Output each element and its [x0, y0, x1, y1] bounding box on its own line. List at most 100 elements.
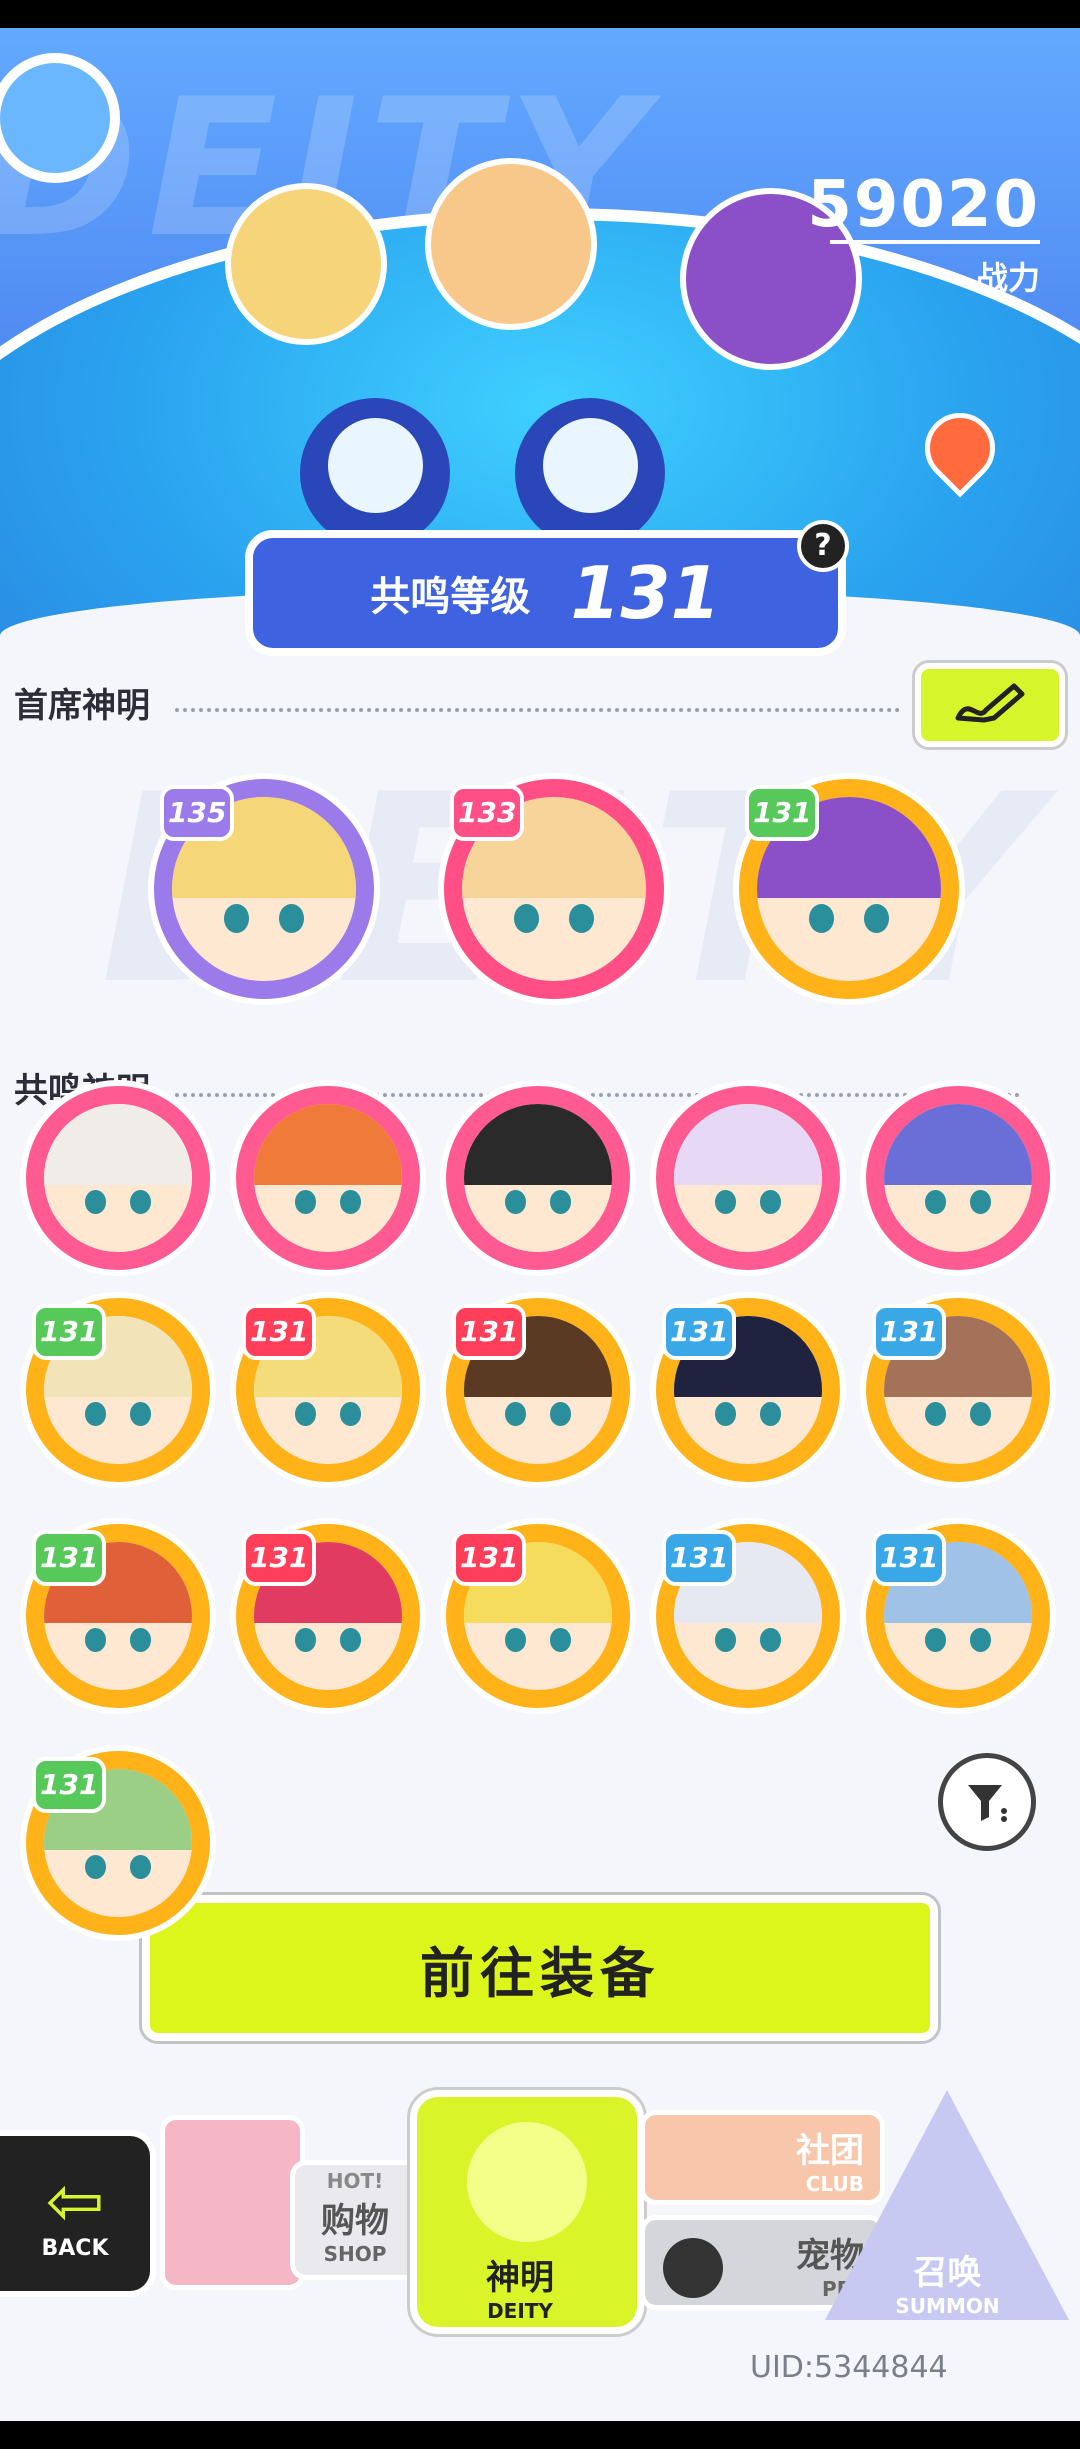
deity-eye: [295, 1627, 317, 1652]
deity-avatar[interactable]: 131: [860, 1292, 1056, 1488]
deity-portrait: [884, 1104, 1032, 1252]
back-button[interactable]: ⇦ BACK: [0, 2130, 156, 2297]
deity-avatar[interactable]: 131: [20, 1745, 216, 1941]
deity-eye: [513, 903, 540, 934]
deity-eye: [85, 1401, 107, 1426]
deity-eye: [925, 1627, 947, 1652]
deity-avatar[interactable]: [650, 1080, 846, 1276]
deity-level-badge: 131: [32, 1530, 107, 1586]
deity-eye: [129, 1854, 151, 1879]
deity-eye: [549, 1627, 571, 1652]
summon-label-cn: 召唤: [913, 2253, 982, 2293]
deity-eye: [129, 1401, 151, 1426]
deity-eye: [969, 1627, 991, 1652]
vending-machine-icon: [160, 2115, 305, 2290]
deity-avatar[interactable]: 131: [440, 1292, 636, 1488]
deity-avatar[interactable]: 131: [20, 1292, 216, 1488]
deity-hair: [674, 1104, 822, 1186]
deity-eye: [925, 1189, 947, 1214]
deity-avatar[interactable]: 131: [650, 1292, 846, 1488]
deity-eye: [759, 1189, 781, 1214]
back-label: BACK: [41, 2236, 109, 2261]
go-equip-button[interactable]: 前往装备: [142, 1895, 938, 2041]
nav-deity[interactable]: 神明 DEITY: [410, 2090, 644, 2334]
deity-nav-label-cn: 神明: [486, 2258, 554, 2298]
shop-label-en: SHOP: [323, 2242, 387, 2266]
edit-button[interactable]: [915, 663, 1065, 747]
deity-eye: [759, 1627, 781, 1652]
chibi-character-1[interactable]: [225, 183, 387, 345]
deity-avatar[interactable]: 131: [20, 1518, 216, 1714]
deity-eye: [715, 1189, 737, 1214]
deity-eye: [759, 1401, 781, 1426]
mascot-eye-right: [515, 398, 665, 548]
power-divider: [830, 240, 1040, 244]
deity-eye: [339, 1189, 361, 1214]
deity-portrait: [464, 1104, 612, 1252]
deity-avatar[interactable]: 131: [440, 1518, 636, 1714]
deity-level-badge: 131: [242, 1304, 317, 1360]
status-bar: [0, 0, 1080, 28]
nav-summon[interactable]: 召唤 SUMMON: [825, 2090, 1070, 2330]
deity-eye: [715, 1627, 737, 1652]
deity-level-badge: 131: [242, 1530, 317, 1586]
deity-eye: [85, 1189, 107, 1214]
deity-eye: [715, 1401, 737, 1426]
help-icon[interactable]: ?: [797, 520, 849, 572]
deity-eye: [85, 1854, 107, 1879]
deity-avatar[interactable]: 131: [650, 1518, 846, 1714]
deity-eye: [278, 903, 305, 934]
edit-pencil-icon: [955, 683, 1025, 723]
shop-label-cn: 购物: [321, 2201, 389, 2241]
deity-eye: [549, 1401, 571, 1426]
filter-button[interactable]: [938, 1753, 1036, 1851]
deity-level-badge: 131: [745, 785, 820, 841]
deity-level-badge: 131: [872, 1530, 947, 1586]
deity-portrait: [44, 1104, 192, 1252]
nav-shop[interactable]: HOT! 购物 SHOP: [150, 2080, 420, 2290]
deity-level-badge: 135: [160, 785, 235, 841]
deity-avatar[interactable]: 133: [438, 773, 670, 1005]
deity-portrait: [254, 1104, 402, 1252]
deity-level-badge: 131: [662, 1304, 737, 1360]
deity-eye: [85, 1627, 107, 1652]
resonance-level-banner: 共鸣等级 131: [245, 530, 846, 656]
deity-avatar[interactable]: [20, 1080, 216, 1276]
deity-avatar[interactable]: 135: [148, 773, 380, 1005]
deity-portrait: [674, 1104, 822, 1252]
deity-eye: [863, 903, 890, 934]
deity-eye: [339, 1627, 361, 1652]
deity-eye: [505, 1189, 527, 1214]
deity-level-badge: 131: [452, 1304, 527, 1360]
deity-eye: [925, 1401, 947, 1426]
deity-level-badge: 131: [662, 1530, 737, 1586]
deity-avatar[interactable]: [230, 1080, 426, 1276]
power-label: 战力: [975, 259, 1040, 297]
chibi-character-2[interactable]: [425, 158, 597, 330]
deity-eye: [549, 1189, 571, 1214]
deity-avatar[interactable]: [860, 1080, 1056, 1276]
deity-avatar[interactable]: [440, 1080, 636, 1276]
deity-eye: [568, 903, 595, 934]
deity-eye: [505, 1627, 527, 1652]
deity-eye: [969, 1401, 991, 1426]
deity-level-badge: 131: [32, 1757, 107, 1813]
lock-icon: [663, 2238, 723, 2298]
lead-divider: [175, 708, 900, 712]
deity-level-badge: 131: [32, 1304, 107, 1360]
deity-avatar[interactable]: 131: [230, 1292, 426, 1488]
summon-label-en: SUMMON: [895, 2294, 1000, 2318]
deity-avatar[interactable]: 131: [733, 773, 965, 1005]
deity-eye: [339, 1401, 361, 1426]
deity-eye: [295, 1189, 317, 1214]
resonance-level-value: 131: [570, 551, 721, 635]
shop-label-box: HOT! 购物 SHOP: [290, 2160, 420, 2280]
mascot-eye-left: [300, 398, 450, 548]
deity-avatar[interactable]: 131: [230, 1518, 426, 1714]
deity-hair: [464, 1104, 612, 1186]
deity-eye: [295, 1401, 317, 1426]
deity-level-badge: 131: [872, 1304, 947, 1360]
deity-avatar[interactable]: 131: [860, 1518, 1056, 1714]
deity-mascot-icon: [467, 2122, 587, 2242]
shop-hot-badge: HOT!: [326, 2169, 384, 2193]
